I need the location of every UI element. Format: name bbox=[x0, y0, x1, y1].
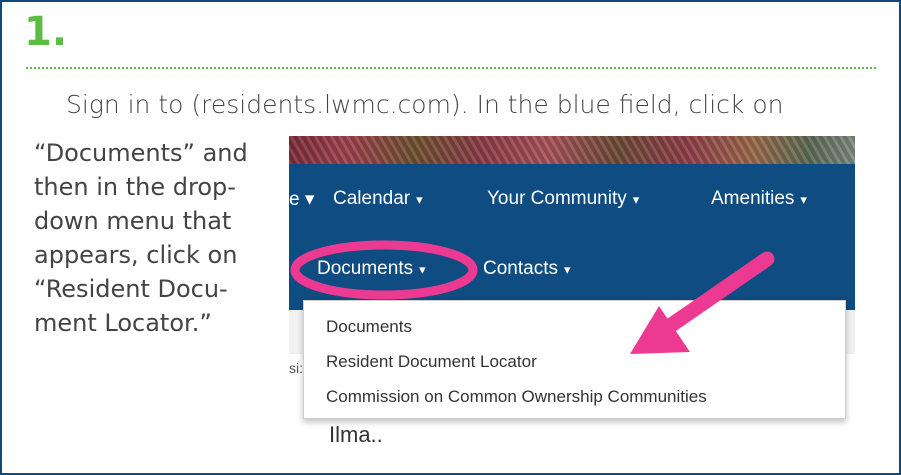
menu-item-resident-document-locator[interactable]: Resident Document Locator bbox=[326, 352, 537, 372]
nav-bar: e ▾ Calendar ▾ Your Community ▾ Amenities ▾… bbox=[289, 164, 855, 310]
nav-item-amenities[interactable]: Amenities ▾ bbox=[711, 188, 807, 210]
chevron-down-icon: ▾ bbox=[800, 192, 807, 207]
nav-item-your-community[interactable]: Your Community ▾ bbox=[487, 188, 639, 210]
chevron-down-icon: ▾ bbox=[416, 192, 423, 207]
step-number: 1. bbox=[24, 9, 68, 55]
menu-item-commission[interactable]: Commission on Common Ownership Communiti… bbox=[326, 387, 707, 407]
documents-dropdown-menu: Documents Resident Document Locator Comm… bbox=[303, 300, 846, 419]
nav-item-calendar[interactable]: Calendar ▾ bbox=[333, 188, 423, 210]
side-text-line: then in the drop- bbox=[34, 173, 236, 201]
side-text-line: appears, click on bbox=[34, 241, 238, 269]
chevron-down-icon: ▾ bbox=[563, 262, 571, 277]
instruction-card: 1. Sign in to (residents.lwmc.com). In t… bbox=[0, 0, 901, 475]
edge-fragment: si: bbox=[289, 360, 303, 376]
intro-text: Sign in to (residents.lwmc.com). In the … bbox=[66, 90, 784, 119]
page-text-fragment: Ilma.. bbox=[329, 422, 383, 443]
header-photo bbox=[289, 136, 855, 164]
nav-item-documents[interactable]: Documents ▾ bbox=[317, 258, 426, 280]
menu-item-documents[interactable]: Documents bbox=[326, 317, 412, 337]
nav-item-contacts[interactable]: Contacts ▾ bbox=[483, 258, 571, 280]
chevron-down-icon: ▾ bbox=[632, 192, 640, 207]
nav-item-partial[interactable]: e ▾ bbox=[289, 188, 314, 211]
side-text-line: “Resident Docu- bbox=[34, 275, 228, 303]
side-text-line: ment Locator.” bbox=[34, 309, 212, 337]
side-text-line: down menu that bbox=[34, 207, 232, 235]
website-screenshot: e ▾ Calendar ▾ Your Community ▾ Amenities ▾… bbox=[289, 136, 855, 443]
chevron-down-icon: ▾ bbox=[419, 262, 426, 277]
dotted-divider bbox=[26, 67, 876, 69]
side-text-line: “Documents” and bbox=[34, 139, 248, 167]
